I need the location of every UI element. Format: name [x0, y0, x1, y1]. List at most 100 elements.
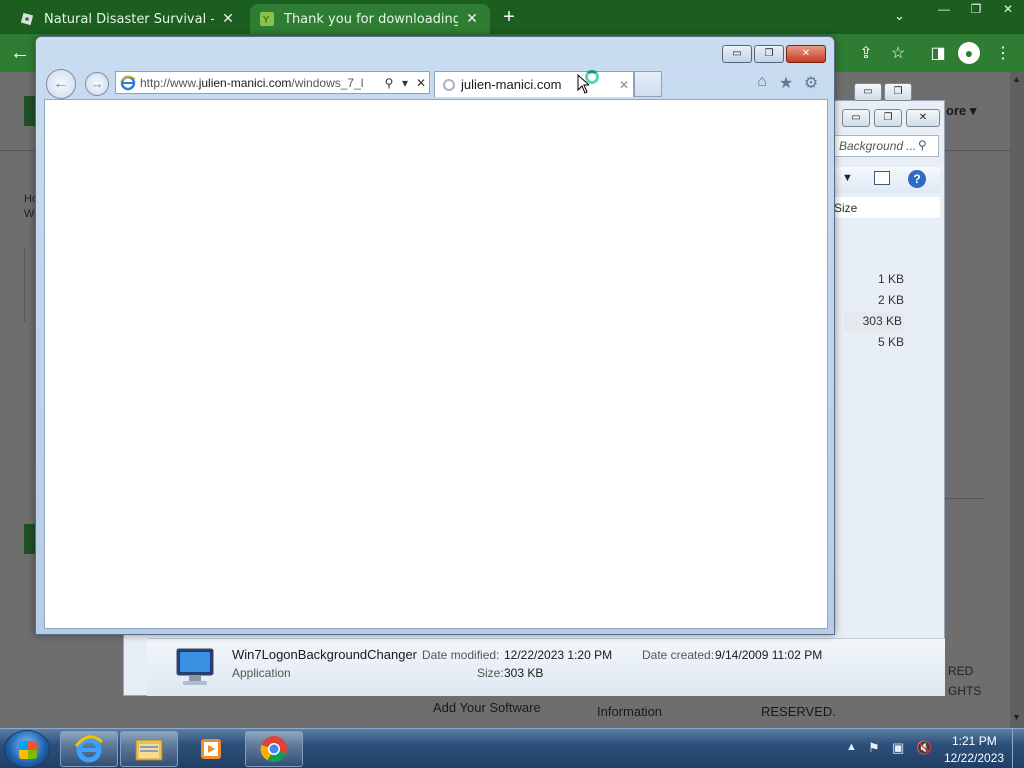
help-icon[interactable]: ? — [908, 170, 926, 188]
chrome-icon — [260, 736, 287, 763]
url-domain: julien-manici.com — [198, 75, 292, 90]
chrome-tab-bar: Natural Disaster Survival - Roblo ✕ Y Th… — [0, 0, 1024, 34]
application-monitor-icon — [175, 645, 215, 689]
date-modified-value: 12/22/2023 1:20 PM — [504, 648, 613, 662]
favorites-star-icon[interactable]: ★ — [776, 73, 796, 93]
menu-kebab-icon[interactable]: ⋮ — [993, 43, 1013, 63]
taskbar-chrome-button[interactable] — [245, 731, 303, 767]
action-center-flag-icon[interactable]: ⚑ — [868, 740, 880, 756]
ie-tab-close-icon[interactable]: ✕ — [615, 78, 633, 92]
file-size-cell: 1 KB — [877, 272, 904, 286]
size-column-header[interactable]: Size — [834, 197, 940, 219]
ie-back-icon[interactable]: ← — [46, 69, 76, 99]
media-player-icon — [201, 739, 221, 759]
mouse-cursor-icon — [577, 73, 591, 97]
stop-loading-icon[interactable]: ✕ — [413, 76, 429, 90]
search-icon: ⚲ — [918, 138, 927, 152]
file-type: Application — [232, 666, 291, 680]
size-value: 303 KB — [504, 666, 544, 680]
share-icon[interactable]: ⇪ — [856, 43, 876, 63]
close-tab-icon[interactable]: ✕ — [464, 11, 480, 27]
ie-page-content[interactable] — [44, 99, 828, 629]
explorer-toolbar: ▼ ? — [834, 167, 940, 193]
address-search-icon[interactable]: ⚲ — [381, 76, 397, 90]
volume-muted-icon[interactable]: 🔇 — [916, 740, 932, 756]
ie-address-bar[interactable]: http://www.julien-manici.com/windows_7_l… — [115, 71, 430, 94]
ie-forward-icon[interactable]: → — [85, 72, 109, 96]
date-created-label: Date created: — [642, 648, 715, 662]
date-modified-label: Date modified: — [422, 648, 500, 662]
ie-maximize-button[interactable]: ❐ — [754, 45, 784, 63]
explorer-restore-button[interactable]: ❐ — [874, 109, 902, 127]
taskbar-ie-button[interactable] — [60, 731, 118, 767]
explorer-details-pane: Win7LogonBackgroundChanger Application D… — [147, 638, 945, 696]
home-icon[interactable]: ⌂ — [752, 73, 772, 91]
side-panel-icon[interactable]: ◨ — [928, 43, 948, 63]
scroll-down-icon[interactable]: ▼ — [1012, 712, 1021, 722]
ie-tab-active[interactable]: julien-manici.com ✕ — [434, 71, 634, 97]
window-controls: — ❐ ✕ — [928, 0, 1024, 20]
page-scrollbar[interactable]: ▲ ▼ — [1010, 72, 1024, 728]
restore-button[interactable]: ❐ — [960, 0, 992, 18]
show-desktop-button[interactable] — [1012, 729, 1024, 768]
view-options-chevron-icon[interactable]: ▼ — [842, 172, 853, 184]
tab-roblox[interactable]: Natural Disaster Survival - Roblo ✕ — [10, 4, 246, 34]
back-window-minimize-button[interactable]: ▭ — [854, 83, 882, 101]
bookmark-star-icon[interactable]: ☆ — [888, 43, 908, 63]
windows-logo-icon — [19, 741, 37, 759]
footer-reserved: RESERVED. — [761, 704, 836, 719]
tab-search-icon[interactable]: ⌄ — [894, 8, 905, 24]
preview-pane-icon[interactable] — [874, 171, 890, 185]
tray-expand-icon[interactable]: ▲ — [846, 741, 857, 753]
explorer-close-button[interactable]: ✕ — [906, 109, 940, 127]
ie-logo-icon — [120, 75, 136, 91]
size-label: Size: — [477, 666, 504, 680]
folder-icon — [135, 739, 163, 761]
ie-close-button[interactable]: ✕ — [786, 45, 826, 63]
url-prefix: http://www. — [140, 75, 199, 90]
taskbar-media-player-button[interactable] — [182, 731, 240, 767]
site-favicon-icon: Y — [260, 12, 274, 26]
ie-url-text[interactable]: http://www.julien-manici.com/windows_7_l — [140, 76, 381, 90]
tab-windows-download[interactable]: Y Thank you for downloading Wind ✕ — [250, 4, 490, 34]
ie-window-controls: ▭ ❐ ✕ — [722, 45, 826, 63]
close-button[interactable]: ✕ — [992, 0, 1024, 18]
footer-rights: RED — [948, 664, 974, 678]
address-dropdown-icon[interactable]: ▾ — [397, 76, 413, 90]
file-size-cell-selected: 303 KB — [844, 311, 904, 331]
divider — [944, 498, 984, 499]
network-icon[interactable]: ▣ — [892, 740, 904, 756]
divider — [24, 248, 25, 322]
ie-minimize-button[interactable]: ▭ — [722, 45, 752, 63]
footer-link-information[interactable]: Information — [597, 704, 662, 719]
loading-spinner-icon — [443, 78, 455, 91]
date-created-value: 9/14/2009 11:02 PM — [715, 648, 823, 662]
more-menu-label[interactable]: ore ▾ — [946, 103, 976, 119]
footer-rights: GHTS — [948, 684, 982, 698]
back-arrow-icon[interactable]: ← — [10, 42, 30, 65]
file-name: Win7LogonBackgroundChanger — [232, 647, 418, 662]
minimize-button[interactable]: — — [928, 0, 960, 18]
explorer-minimize-button[interactable]: ▭ — [842, 109, 870, 127]
roblox-favicon-icon — [20, 12, 34, 26]
scroll-up-icon[interactable]: ▲ — [1012, 74, 1021, 84]
profile-icon[interactable]: ● — [958, 42, 980, 64]
tools-gear-icon[interactable]: ⚙ — [801, 73, 821, 93]
file-size-cell: 5 KB — [877, 335, 904, 349]
back-window-restore-button[interactable]: ❐ — [884, 83, 912, 101]
windows-taskbar: ▲ ⚑ ▣ 🔇 1:21 PM 12/22/2023 — [0, 728, 1024, 768]
ie-new-tab-button[interactable] — [634, 71, 662, 97]
new-tab-button[interactable]: + — [498, 6, 520, 28]
close-tab-icon[interactable]: ✕ — [220, 11, 236, 27]
footer-link-add-software[interactable]: Add Your Software — [433, 700, 541, 715]
taskbar-explorer-button[interactable] — [120, 731, 178, 767]
url-suffix: /windows_7_l — [291, 75, 364, 90]
start-button[interactable] — [4, 730, 50, 768]
file-size-cell: 2 KB — [877, 293, 904, 307]
internet-explorer-window: ▭ ❐ ✕ ← → http://www.julien-manici.com/w… — [35, 36, 835, 635]
tab-title: Natural Disaster Survival - Roblo — [44, 11, 214, 27]
clock-date[interactable]: 12/22/2023 — [944, 751, 1004, 765]
ie-taskbar-icon — [74, 735, 104, 763]
svg-text:Y: Y — [262, 15, 270, 26]
clock-time[interactable]: 1:21 PM — [952, 734, 997, 748]
